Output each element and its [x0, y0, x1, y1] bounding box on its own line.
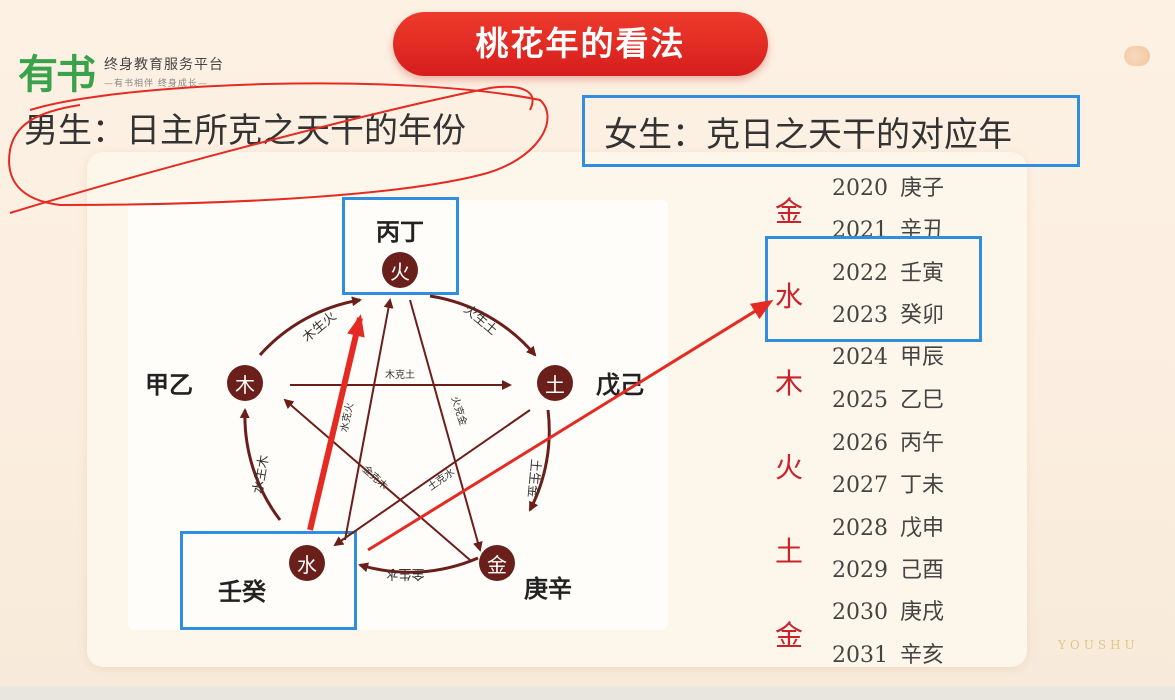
svg-text:木: 木 [235, 373, 255, 397]
label-fire-metal: 火克金 [449, 395, 471, 428]
svg-text:丙丁: 丙丁 [376, 218, 424, 246]
svg-text:庚辛: 庚辛 [524, 575, 572, 603]
node-fire: 火 丙丁 [376, 218, 424, 288]
svg-text:金: 金 [487, 553, 507, 577]
node-wood: 木 甲乙 [145, 365, 263, 401]
label-water-wood: 水生木 [251, 454, 273, 495]
wuxing-diagram: 火 丙丁 土 戊己 金 庚辛 水 壬癸 木 甲乙 木生火 火生土 土生金 金生水… [8, 82, 774, 606]
label-wood-earth: 木克土 [385, 368, 415, 381]
line-fire-metal [409, 299, 483, 552]
bottom-bar [0, 686, 1175, 700]
svg-text:壬癸: 壬癸 [218, 578, 267, 606]
red-ellipse-1 [8, 82, 549, 207]
node-water: 水 壬癸 [218, 545, 325, 606]
svg-text:火: 火 [390, 260, 410, 284]
watermark: YOUSHU [1058, 638, 1139, 652]
svg-text:水: 水 [297, 553, 317, 577]
label-wood-fire: 木生火 [300, 309, 340, 346]
node-earth: 土 戊己 [537, 365, 644, 401]
label-metal-water: 金生水 [385, 566, 424, 582]
node-metal: 金 庚辛 [479, 545, 572, 603]
line-earth-water [333, 409, 531, 547]
red-arrow-water-to-years [367, 299, 774, 552]
label-earth-metal: 土生金 [524, 458, 543, 498]
red-ellipse-2 [9, 85, 534, 214]
svg-text:土: 土 [545, 373, 565, 397]
svg-text:甲乙: 甲乙 [145, 371, 193, 399]
